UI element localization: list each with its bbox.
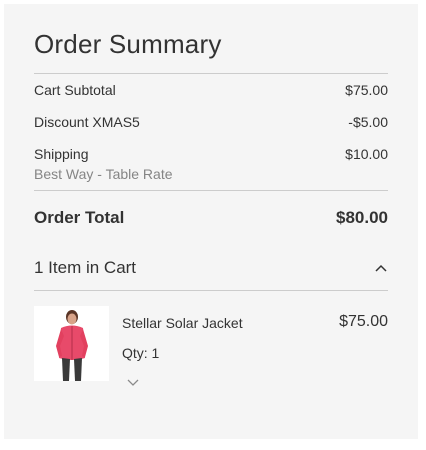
- order-summary-panel: Order Summary Cart Subtotal $75.00 Disco…: [4, 4, 418, 439]
- chevron-up-icon[interactable]: [374, 262, 388, 274]
- order-summary-title: Order Summary: [34, 29, 222, 59]
- items-in-cart-toggle[interactable]: 1 Item in Cart: [34, 252, 388, 288]
- cart-subtotal-value: $75.00: [345, 82, 388, 98]
- discount-label: Discount XMAS5: [34, 114, 140, 130]
- product-quantity: Qty: 1: [122, 345, 160, 361]
- chevron-down-icon[interactable]: [125, 375, 141, 387]
- order-total-value: $80.00: [336, 208, 388, 227]
- discount-value: -$5.00: [348, 114, 388, 130]
- divider: [34, 73, 388, 74]
- divider: [34, 290, 388, 291]
- order-total-label: Order Total: [34, 208, 125, 227]
- shipping-method: Best Way - Table Rate: [34, 166, 173, 182]
- product-price: $75.00: [339, 313, 388, 330]
- divider: [34, 190, 388, 191]
- shipping-label: Shipping: [34, 146, 89, 162]
- shipping-value: $10.00: [345, 146, 388, 162]
- items-in-cart-label: 1 Item in Cart: [34, 258, 137, 277]
- product-image[interactable]: [34, 306, 109, 381]
- product-name[interactable]: Stellar Solar Jacket: [122, 315, 243, 331]
- cart-subtotal-label: Cart Subtotal: [34, 82, 116, 98]
